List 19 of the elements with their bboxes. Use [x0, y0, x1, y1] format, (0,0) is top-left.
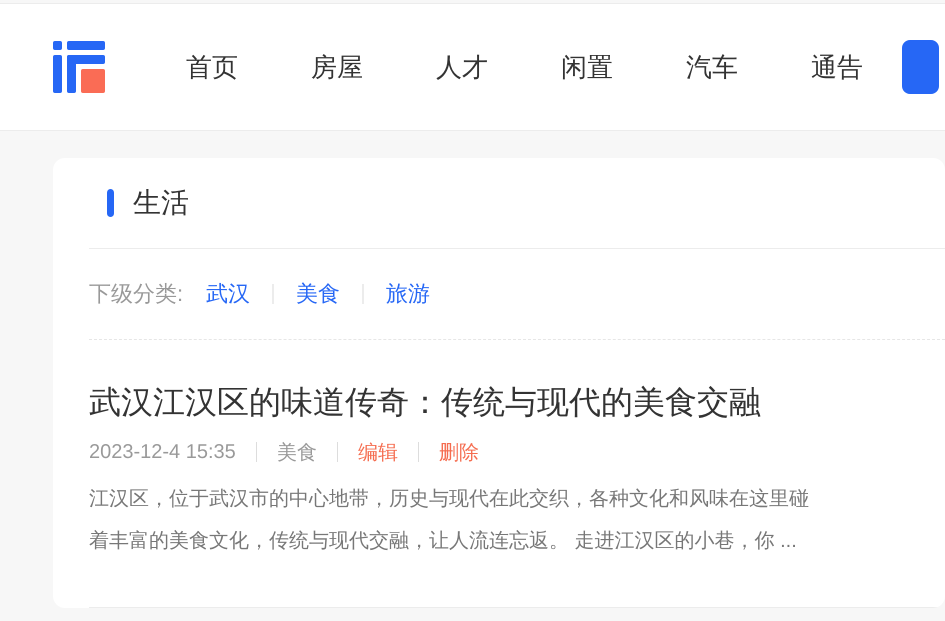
title-accent-bar [107, 189, 114, 217]
nav-link[interactable]: 首页 [186, 50, 238, 84]
logo-icon [53, 41, 105, 93]
article-title[interactable]: 武汉江汉区的味道传奇：传统与现代的美食交融 [89, 382, 945, 422]
subcategory-link[interactable]: 美食 [296, 279, 340, 309]
nav-link[interactable]: 闲置 [561, 50, 613, 84]
subcategory-label: 下级分类: [89, 280, 184, 308]
subcategory-link[interactable]: 武汉 [206, 279, 250, 309]
nav-link[interactable]: 汽车 [686, 50, 738, 84]
nav-link[interactable]: 房屋 [311, 50, 363, 84]
action-button[interactable] [902, 40, 939, 94]
nav-link[interactable]: 人才 [436, 50, 488, 84]
summary-line: 着丰富的美食文化，传统与现代交融，让人流连忘返。 走进江汉区的小巷，你 ... [89, 529, 798, 554]
summary-line: 江汉区，位于武汉市的中心地带，历史与现代在此交织，各种文化和风味在这里碰 [89, 487, 810, 512]
section-title: 生活 [133, 186, 189, 220]
post-category: 美食 [276, 440, 317, 466]
subcategory-link[interactable]: 旅游 [386, 279, 430, 309]
post-date: 2023-12-4 15:35 [89, 440, 236, 464]
nav-link[interactable]: 通告 [811, 50, 863, 84]
